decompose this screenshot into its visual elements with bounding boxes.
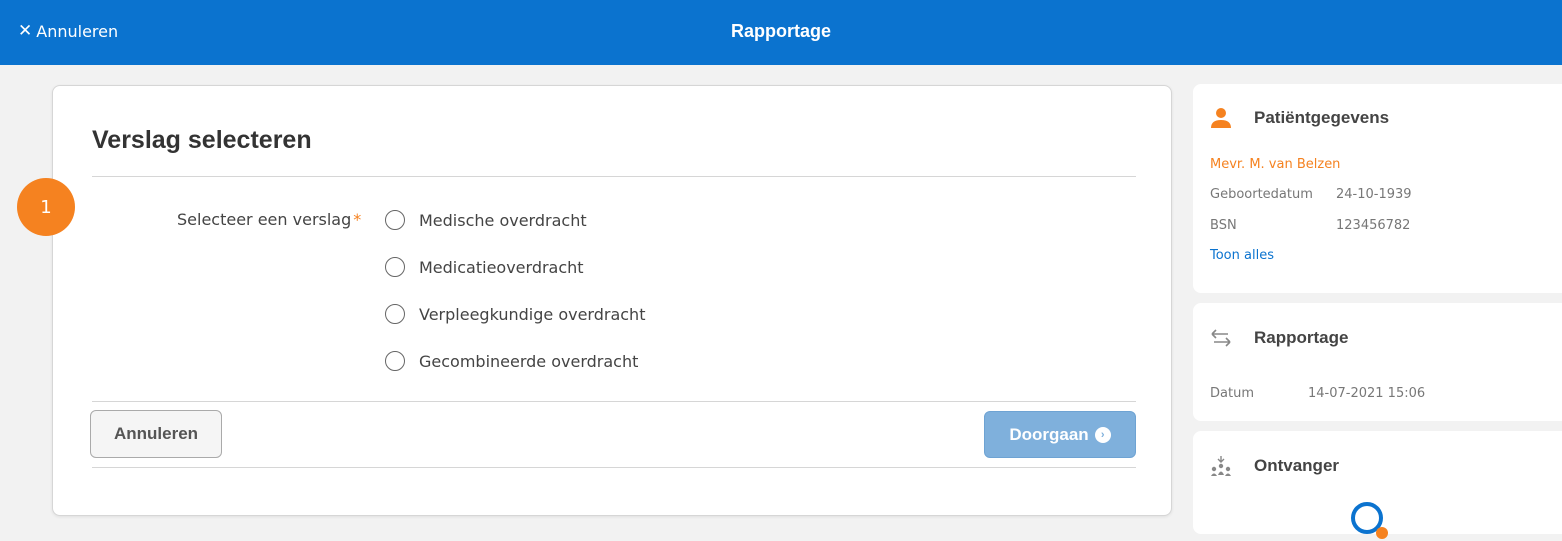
footer-divider-bottom xyxy=(92,467,1136,468)
patient-name: Mevr. M. van Belzen xyxy=(1210,157,1341,172)
report-heading: Rapportage xyxy=(1254,328,1349,347)
required-marker: * xyxy=(353,210,362,229)
radio-button[interactable] xyxy=(385,257,405,277)
card-title: Verslag selecteren xyxy=(92,126,312,154)
patient-panel-header: Patiëntgegevens xyxy=(1210,107,1389,129)
show-all-link[interactable]: Toon alles xyxy=(1210,248,1274,263)
top-bar: ✕ Annuleren Rapportage xyxy=(0,0,1562,65)
bsn-label: BSN xyxy=(1210,218,1237,233)
radio-button[interactable] xyxy=(385,351,405,371)
radio-button[interactable] xyxy=(385,210,405,230)
swap-arrows-icon xyxy=(1211,329,1231,347)
patient-panel: Patiëntgegevens Mevr. M. van Belzen Gebo… xyxy=(1193,84,1562,293)
recipient-heading: Ontvanger xyxy=(1254,456,1340,475)
footer-divider-top xyxy=(92,401,1136,402)
page-title: Rapportage xyxy=(730,21,831,41)
cancel-button[interactable]: Annuleren xyxy=(90,410,222,458)
radio-label: Verpleegkundige overdracht xyxy=(419,304,646,324)
date-value: 14-07-2021 15:06 xyxy=(1308,386,1426,401)
recipient-panel: Ontvanger xyxy=(1193,431,1562,539)
radio-button[interactable] xyxy=(385,304,405,324)
birthdate-value: 24-10-1939 xyxy=(1336,187,1412,202)
birthdate-label: Geboortedatum xyxy=(1210,187,1313,202)
patient-heading: Patiëntgegevens xyxy=(1254,108,1390,127)
step-badge: 1 xyxy=(17,178,75,236)
bsn-value: 123456782 xyxy=(1336,218,1411,233)
radio-verpleegkundige-overdracht[interactable]: Verpleegkundige overdracht xyxy=(385,304,645,324)
radio-medische-overdracht[interactable]: Medische overdracht xyxy=(385,210,587,230)
recipient-panel-header: Ontvanger xyxy=(1210,455,1339,477)
continue-button-label: Doorgaan xyxy=(1009,424,1089,444)
radio-gecombineerde-overdracht[interactable]: Gecombineerde overdracht xyxy=(385,351,638,371)
continue-button[interactable]: Doorgaan › xyxy=(984,411,1136,458)
date-label: Datum xyxy=(1210,386,1254,401)
report-panel-header: Rapportage xyxy=(1210,328,1348,348)
radio-label: Gecombineerde overdracht xyxy=(419,351,639,371)
report-panel: Rapportage Datum 14-07-2021 15:06 xyxy=(1193,303,1562,421)
radio-label: Medicatieoverdracht xyxy=(419,257,584,277)
chevron-right-icon: › xyxy=(1094,426,1111,443)
title-divider xyxy=(92,176,1136,177)
report-field-label: Selecteer een verslag * xyxy=(177,210,361,229)
radio-medicatieoverdracht[interactable]: Medicatieoverdracht xyxy=(385,257,584,277)
report-field-label-text: Selecteer een verslag xyxy=(177,210,352,229)
recipients-icon xyxy=(1211,456,1231,476)
person-icon xyxy=(1211,108,1231,128)
loading-spinner-icon xyxy=(1351,502,1388,539)
radio-label: Medische overdracht xyxy=(419,210,587,230)
